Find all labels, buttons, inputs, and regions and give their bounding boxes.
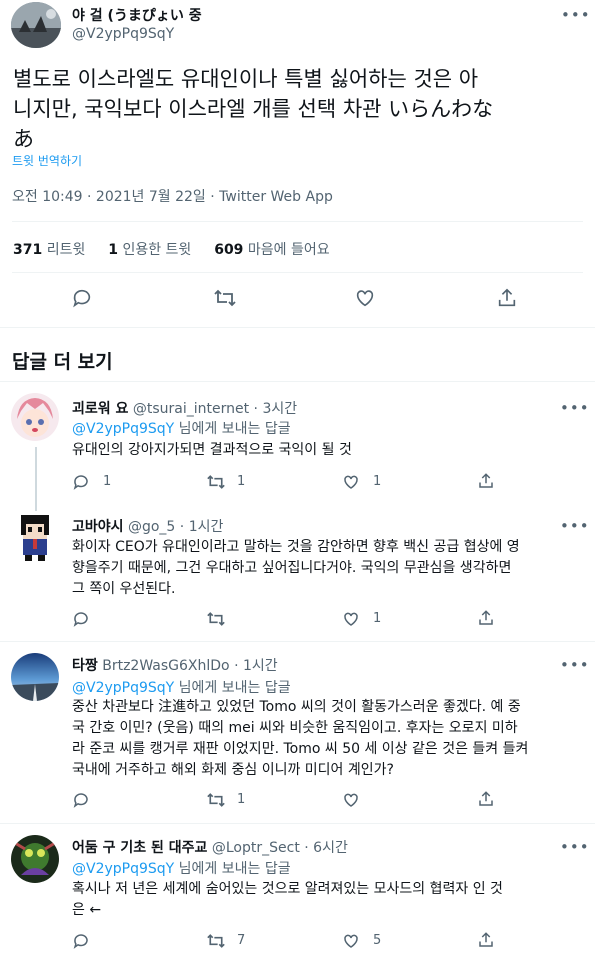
likes-stat[interactable]: 609 마음에 들어요 [214, 242, 329, 258]
reply3-retweet-icon[interactable] [206, 791, 226, 809]
reply4-author-name[interactable]: 어둠 구 기초 된 대주교 [72, 840, 207, 856]
reply4-avatar[interactable] [11, 835, 59, 883]
reply3-text-line3: 라 준코 씨를 캥거루 재판 이었지만. Tomo 씨 50 세 이상 같은 것… [72, 741, 529, 757]
reply2-author-handle[interactable]: @go_5 [128, 519, 175, 535]
main-author-handle[interactable]: @V2ypPq9SqY [72, 26, 174, 42]
reply3-time[interactable]: · 1시간 [234, 658, 278, 674]
reply1-retweet-count: 1 [237, 474, 246, 489]
main-retweet-icon[interactable] [213, 287, 237, 309]
reply2-like-count: 1 [373, 611, 382, 626]
reply2-more-icon[interactable]: ••• [560, 517, 590, 535]
retweets-stat[interactable]: 371 리트윗 [13, 242, 85, 258]
reply1-mention-link[interactable]: @V2ypPq9SqY [72, 421, 174, 437]
reply2-share-icon[interactable] [477, 609, 495, 627]
main-author-avatar[interactable] [11, 2, 61, 48]
quotes-stat[interactable]: 1 인용한 트윗 [108, 242, 191, 258]
reply1-header: 괴로워 요 @tsurai_internet · 3시간 [72, 398, 297, 418]
main-tweet-stats: 371 리트윗 1 인용한 트윗 609 마음에 들어요 [13, 239, 330, 259]
reply4-replying-suffix: 님에게 보내는 답글 [178, 861, 291, 877]
reply1-more-icon[interactable]: ••• [560, 399, 590, 417]
reply4-author-handle[interactable]: @Loptr_Sect [212, 840, 300, 856]
reply2-time[interactable]: · 1시간 [180, 519, 224, 535]
reply3-replying-suffix: 님에게 보내는 답글 [178, 680, 291, 696]
main-tweet-text: 별도로 이스라엘도 유대인이나 특별 싫어하는 것은 아 니지만, 국익보다 이… [13, 64, 583, 154]
reply2-author-name[interactable]: 고바야시 [72, 519, 124, 535]
reply1-retweet-icon[interactable] [206, 473, 226, 491]
reply1-author-name[interactable]: 괴로워 요 [72, 401, 128, 417]
reply4-text-line2: 은 ← [72, 902, 102, 918]
reply2-like-icon[interactable] [342, 610, 360, 628]
reply1-avatar[interactable] [11, 393, 59, 441]
quotes-label: 인용한 트윗 [122, 242, 192, 258]
reply1-like-count: 1 [373, 474, 382, 489]
reply3-more-icon[interactable]: ••• [560, 656, 590, 674]
reply3-like-icon[interactable] [342, 791, 360, 809]
reply3-author-handle[interactable]: Brtz2WasG6XhlDo [102, 658, 229, 674]
reply4-replying-to: @V2ypPq9SqY 님에게 보내는 답글 [72, 858, 291, 878]
reply4-text-line1: 혹시나 저 년은 세계에 숨어있는 것으로 알려져있는 모사드의 협력자 인 것 [72, 881, 503, 897]
reply2-reply-icon[interactable] [72, 610, 90, 628]
reply2-text: 화이자 CEO가 유대인이라고 말하는 것을 감안하면 향후 백신 공급 협상에… [72, 537, 587, 600]
reply4-time[interactable]: · 6시간 [304, 840, 348, 856]
reply3-text-line4: 국내에 거주하고 해외 화제 중심 이니까 미디어 계인가? [72, 762, 394, 778]
quotes-count: 1 [108, 242, 118, 258]
reply3-retweet-count: 1 [237, 792, 246, 807]
reply2-text-line2: 향을주기 때문에, 그건 우대하고 싶어집니다거야. 국익의 무관심을 생각하면 [72, 560, 512, 576]
reply1-share-icon[interactable] [477, 472, 495, 490]
reply2-text-line3: 그 쪽이 우선된다. [72, 581, 176, 597]
main-share-icon[interactable] [496, 287, 518, 309]
reply4-text: 혹시나 저 년은 세계에 숨어있는 것으로 알려져있는 모사드의 협력자 인 것… [72, 879, 587, 921]
reply4-reply-icon[interactable] [72, 932, 90, 950]
reply3-share-icon[interactable] [477, 790, 495, 808]
main-author-name[interactable]: 야 걸 (うまぴょい 중 [72, 5, 202, 25]
reply1-reply-count: 1 [103, 474, 112, 489]
reply2-avatar[interactable] [11, 513, 59, 561]
reply3-text-line1: 중산 차관보다 注進하고 있었던 Tomo 씨의 것이 활동가스러운 좋겠다. … [72, 699, 521, 715]
reply3-replying-to: @V2ypPq9SqY 님에게 보내는 답글 [72, 677, 291, 697]
main-tweet-text-line3: あ [13, 127, 34, 151]
main-tweet-text-line1: 별도로 이스라엘도 유대인이나 특별 싫어하는 것은 아 [13, 67, 479, 91]
retweets-label: 리트윗 [46, 242, 86, 258]
reply2-header: 고바야시 @go_5 · 1시간 [72, 516, 223, 536]
reply2-text-line1: 화이자 CEO가 유대인이라고 말하는 것을 감안하면 향후 백신 공급 협상에… [72, 539, 520, 555]
main-tweet-timestamp[interactable]: 오전 10:49 · 2021년 7월 22일 · Twitter Web Ap… [12, 186, 333, 206]
reply4-like-count: 5 [373, 933, 382, 948]
reply4-more-icon[interactable]: ••• [560, 838, 590, 856]
thread-connector-line [35, 447, 37, 511]
main-like-icon[interactable] [354, 287, 376, 309]
more-replies-header: 답글 더 보기 [12, 351, 113, 373]
reply3-text: 중산 차관보다 注進하고 있었던 Tomo 씨의 것이 활동가스러운 좋겠다. … [72, 697, 587, 781]
reply4-share-icon[interactable] [477, 931, 495, 949]
reply2-retweet-icon[interactable] [206, 610, 226, 628]
main-more-icon[interactable]: ••• [561, 6, 591, 24]
reply3-avatar[interactable] [11, 653, 59, 701]
translate-tweet-link[interactable]: 트윗 번역하기 [12, 152, 82, 169]
reply3-header: 타짱 Brtz2WasG6XhlDo · 1시간 [72, 655, 278, 675]
main-reply-icon[interactable] [71, 287, 93, 309]
main-tweet-text-line2: 니지만, 국익보다 이스라엘 개를 선택 차관 いらんわな [13, 97, 494, 121]
retweets-count: 371 [13, 242, 43, 258]
reply1-text: 유대인의 강아지가되면 결과적으로 국익이 될 것 [72, 442, 352, 458]
reply4-retweet-icon[interactable] [206, 932, 226, 950]
reply3-reply-icon[interactable] [72, 791, 90, 809]
reply3-text-line2: 국 간호 이민? (웃음) 때의 mei 씨와 비슷한 움직임이고. 후자는 오… [72, 720, 518, 736]
reply1-replying-to: @V2ypPq9SqY 님에게 보내는 답글 [72, 418, 291, 438]
reply3-mention-link[interactable]: @V2ypPq9SqY [72, 680, 174, 696]
reply4-mention-link[interactable]: @V2ypPq9SqY [72, 861, 174, 877]
likes-label: 마음에 들어요 [247, 242, 330, 258]
reply1-replying-suffix: 님에게 보내는 답글 [178, 421, 291, 437]
reply1-reply-icon[interactable] [72, 473, 90, 491]
reply1-like-icon[interactable] [342, 473, 360, 491]
reply4-like-icon[interactable] [342, 932, 360, 950]
reply4-header: 어둠 구 기초 된 대주교 @Loptr_Sect · 6시간 [72, 837, 348, 857]
likes-count: 609 [214, 242, 244, 258]
reply4-retweet-count: 7 [237, 933, 246, 948]
reply3-author-name[interactable]: 타짱 [72, 658, 98, 674]
reply1-time[interactable]: · 3시간 [254, 401, 298, 417]
reply1-author-handle[interactable]: @tsurai_internet [133, 401, 249, 417]
